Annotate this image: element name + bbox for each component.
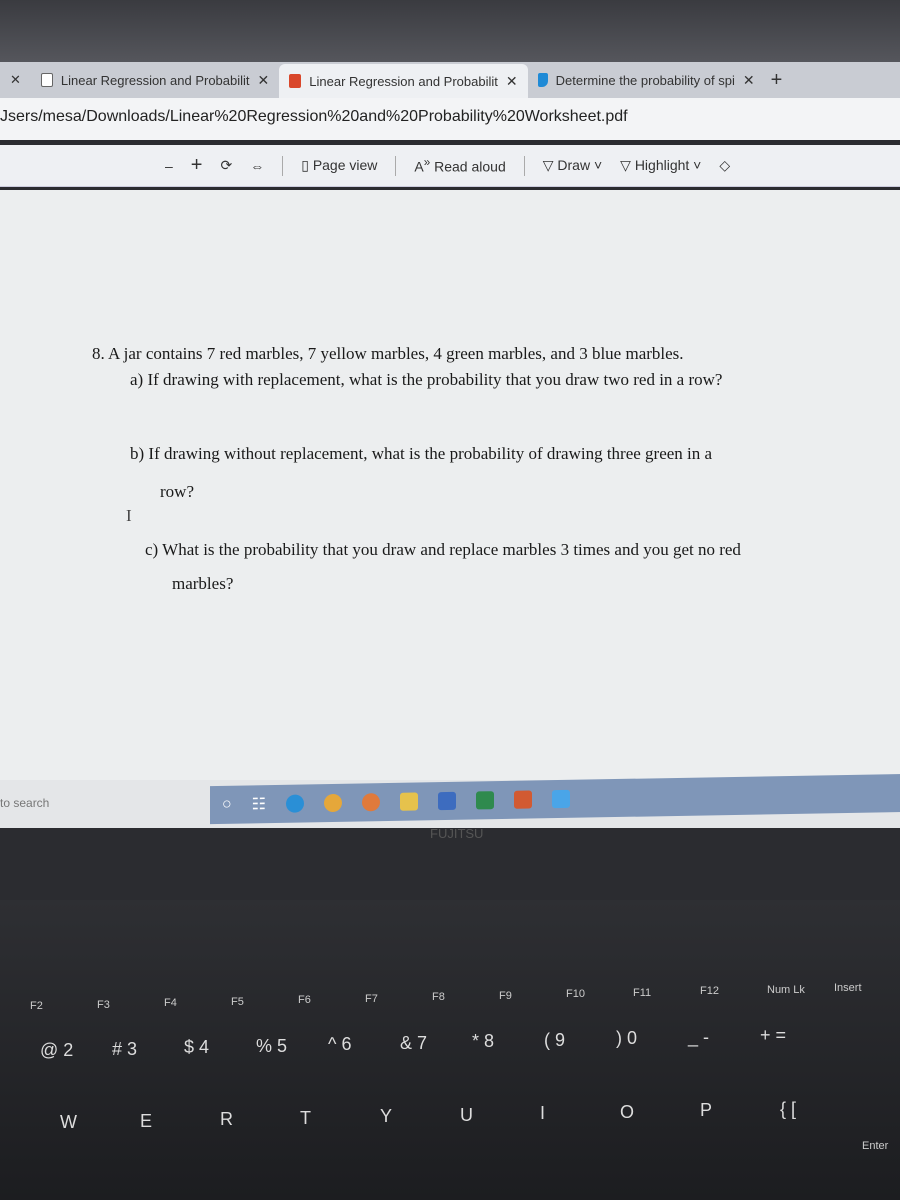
tab-label: Linear Regression and Probabilit — [309, 73, 498, 89]
question-c: c) What is the probability that you draw… — [145, 540, 741, 559]
draw-button[interactable]: ▽ Draw ˅ — [543, 157, 602, 174]
zoom-out-button[interactable]: – — [165, 158, 173, 174]
key-f3[interactable]: F3 — [97, 999, 110, 1011]
task-view-icon[interactable]: ☷ — [252, 794, 266, 814]
cortana-icon[interactable]: ○ — [222, 796, 232, 814]
document-icon — [40, 73, 53, 87]
key-letter[interactable]: P — [700, 1100, 712, 1121]
close-tab-icon[interactable]: ✕ — [258, 72, 270, 89]
read-aloud-label: Read aloud — [434, 158, 506, 175]
read-aloud-button[interactable]: A» Read aloud — [414, 156, 505, 175]
page-view-button[interactable]: ▯ Page view — [301, 157, 377, 174]
tab-3[interactable]: Determine the probability of spi ✕ — [528, 64, 765, 96]
tab-label: Determine the probability of spi — [555, 72, 735, 88]
url-text: Jsers/mesa/Downloads/Linear%20Regression… — [0, 108, 628, 125]
key-letter[interactable]: T — [300, 1108, 311, 1129]
new-tab-button[interactable]: + — [765, 69, 783, 92]
key-number[interactable]: ^ 6 — [328, 1034, 351, 1055]
divider — [523, 155, 525, 176]
close-tab-icon[interactable]: ✕ — [506, 73, 518, 90]
divider — [395, 155, 397, 176]
key-number[interactable]: _ - — [688, 1027, 709, 1048]
file-explorer-icon[interactable] — [400, 792, 419, 811]
tab-2[interactable]: Linear Regression and Probabilit ✕ — [279, 64, 528, 98]
key-letter[interactable]: R — [220, 1109, 233, 1130]
zoom-icon[interactable] — [552, 789, 571, 809]
key-f12[interactable]: F12 — [700, 985, 719, 997]
question-a: a) If drawing with replacement, what is … — [130, 370, 723, 389]
key-letter[interactable]: O — [620, 1102, 634, 1123]
key-numlk[interactable]: Num Lk — [767, 984, 805, 996]
chrome-icon[interactable] — [324, 793, 343, 813]
key-number[interactable]: ( 9 — [544, 1030, 565, 1051]
page-view-label: Page view — [312, 157, 378, 173]
tab-label: Linear Regression and Probabilit — [60, 72, 250, 88]
key-letter[interactable]: { [ — [780, 1099, 796, 1120]
zoom-in-button[interactable]: + — [191, 154, 203, 177]
text-cursor-icon: I — [126, 506, 132, 525]
address-bar[interactable]: Jsers/mesa/Downloads/Linear%20Regression… — [0, 98, 900, 140]
key-f9[interactable]: F9 — [499, 990, 512, 1002]
close-tab-icon[interactable]: ✕ — [743, 72, 755, 89]
key-number[interactable]: + = — [760, 1025, 786, 1046]
powerpoint-icon[interactable] — [514, 790, 533, 809]
key-f8[interactable]: F8 — [432, 991, 445, 1003]
key-number[interactable]: $ 4 — [184, 1037, 209, 1058]
pdf-toolbar: – + ⟳ ⇔ ▯ Page view A» Read aloud ▽ Draw… — [0, 145, 900, 187]
key-number[interactable]: & 7 — [400, 1033, 427, 1054]
key-f7[interactable]: F7 — [365, 993, 378, 1005]
close-tab-icon[interactable]: ✕ — [0, 72, 31, 88]
word-icon[interactable] — [438, 791, 457, 811]
taskbar: to search ○ ☷ — [0, 773, 900, 828]
question-b: b) If drawing without replacement, what … — [130, 444, 713, 463]
fit-width-icon[interactable]: ⇔ — [250, 158, 264, 174]
key-f10[interactable]: F10 — [566, 988, 585, 1000]
key-letter[interactable]: E — [140, 1111, 152, 1132]
key-number[interactable]: # 3 — [112, 1039, 137, 1060]
key-number[interactable]: @ 2 — [40, 1040, 73, 1061]
divider — [282, 155, 284, 176]
key-number[interactable]: ) 0 — [616, 1028, 637, 1049]
question-b-cont: row? — [160, 482, 194, 501]
question-stem: 8. A jar contains 7 red marbles, 7 yello… — [92, 344, 684, 363]
brand-logo: FUJITSU — [430, 826, 484, 841]
eraser-icon[interactable]: ◇ — [719, 157, 730, 174]
tab-1[interactable]: Linear Regression and Probabilit ✕ — [31, 64, 279, 96]
key-letter[interactable]: U — [460, 1105, 473, 1126]
rotate-icon[interactable]: ⟳ — [220, 157, 232, 174]
key-enter[interactable]: Enter — [862, 1140, 888, 1152]
draw-label: Draw — [557, 157, 591, 173]
highlight-label: Highlight — [634, 157, 690, 173]
tab-bar: ✕ Linear Regression and Probabilit ✕ Line… — [0, 62, 900, 98]
highlight-button[interactable]: ▽ Highlight ˅ — [620, 157, 701, 174]
key-f6[interactable]: F6 — [298, 994, 311, 1006]
keyboard: F2 F3 F4 F5 F6 F7 F8 F9 F10 F11 F12 Num Lk Insert @ 2… — [0, 900, 900, 1200]
firefox-icon[interactable] — [362, 793, 381, 812]
screen-bezel — [0, 0, 900, 62]
key-f2[interactable]: F2 — [30, 1000, 43, 1012]
pdf-page: 8. A jar contains 7 red marbles, 7 yello… — [0, 190, 900, 780]
search-box[interactable]: to search — [0, 796, 49, 810]
key-number[interactable]: % 5 — [256, 1036, 287, 1057]
key-letter[interactable]: W — [60, 1112, 77, 1133]
key-letter[interactable]: Y — [380, 1106, 392, 1127]
key-letter[interactable]: I — [540, 1103, 545, 1124]
edge-icon[interactable] — [286, 794, 305, 813]
key-number[interactable]: * 8 — [472, 1031, 494, 1052]
key-insert[interactable]: Insert — [834, 982, 862, 994]
key-f4[interactable]: F4 — [164, 997, 177, 1009]
key-f11[interactable]: F11 — [633, 987, 651, 999]
question-c-cont: marbles? — [172, 574, 234, 593]
key-f5[interactable]: F5 — [231, 996, 244, 1008]
pdf-icon — [289, 74, 302, 88]
bing-icon — [537, 73, 548, 87]
excel-icon[interactable] — [476, 791, 495, 810]
